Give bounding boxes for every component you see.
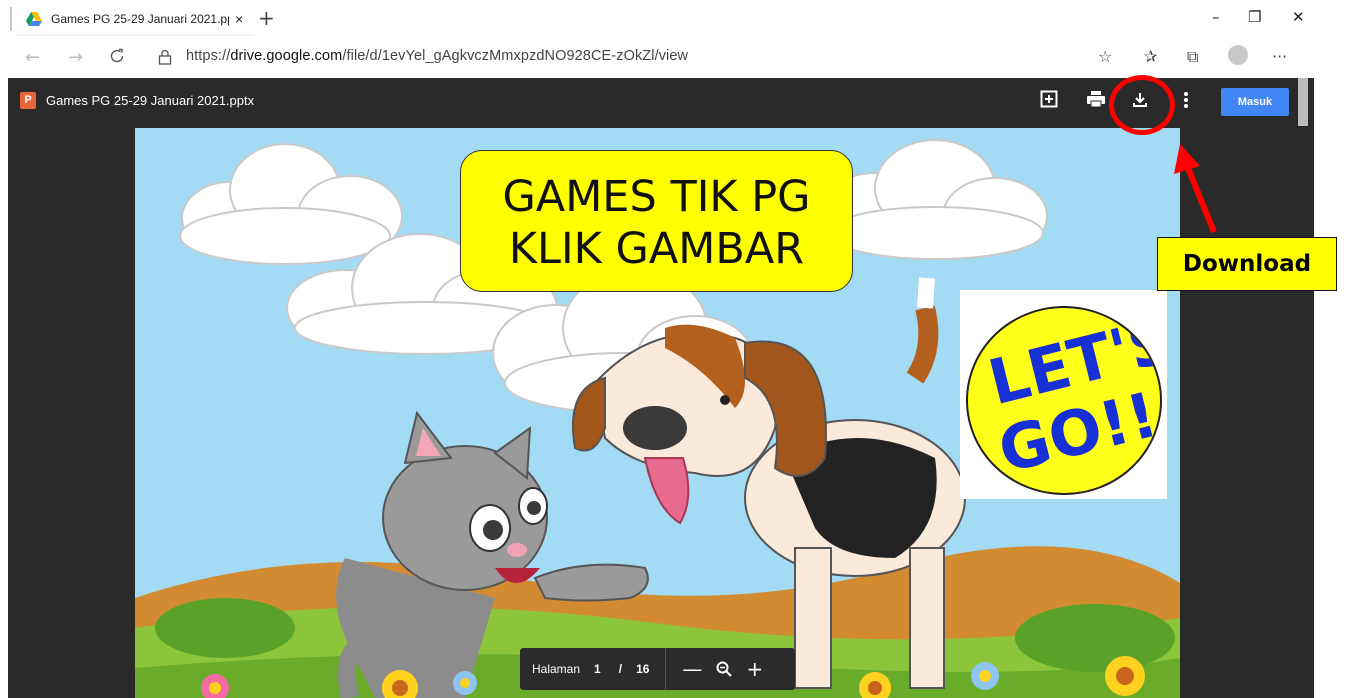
drive-icon — [26, 12, 42, 26]
sign-in-button[interactable]: Masuk — [1221, 88, 1289, 116]
url-path: /file/d/1evYel_gAgkvczMmxpzdNO928CE-zOkZ… — [342, 48, 689, 64]
close-window-button[interactable]: ✕ — [1292, 8, 1305, 26]
zoom-in-icon[interactable]: + — [746, 657, 763, 681]
page-separator: / — [618, 662, 623, 676]
file-name: Games PG 25-29 Januari 2021.pptx — [46, 93, 255, 108]
restore-button[interactable]: ❐ — [1248, 8, 1261, 26]
browser-tab[interactable]: Games PG 25-29 Januari 2021.pptx × — [16, 4, 254, 36]
url-prefix: https:// — [186, 48, 231, 64]
favorites-icon[interactable]: ✰ — [1144, 47, 1157, 66]
tab-title: Games PG 25-29 Januari 2021.pptx — [51, 12, 229, 26]
url-field[interactable]: https://drive.google.com/file/d/1evYel_g… — [186, 48, 688, 64]
page-label: Halaman — [532, 662, 581, 676]
add-to-drive-icon[interactable] — [1040, 90, 1058, 108]
zoom-out-icon[interactable]: — — [682, 657, 702, 681]
scrollbar-thumb[interactable] — [1298, 78, 1308, 126]
print-icon[interactable] — [1086, 90, 1106, 108]
profile-icon[interactable] — [1228, 45, 1248, 65]
download-highlight-circle — [1109, 75, 1175, 135]
pager-divider — [665, 648, 667, 690]
back-icon[interactable]: ← — [25, 47, 40, 68]
page-controls: Halaman 1 / 16 — + — [520, 648, 795, 690]
lets-go-sticker[interactable]: LET'S GO!! — [960, 290, 1167, 499]
zoom-icon[interactable] — [716, 661, 733, 677]
slide-title-line-1: GAMES TIK PG — [502, 172, 811, 222]
minimize-button[interactable]: – — [1212, 8, 1220, 26]
page-margin — [1314, 78, 1357, 698]
tab-divider — [10, 7, 12, 31]
forward-icon[interactable]: → — [68, 47, 83, 68]
slide-title-line-2: KLIK GAMBAR — [508, 224, 805, 274]
address-bar-row: ← → https://drive.google.com/file/d/1evY… — [0, 36, 1357, 78]
kebab-menu-icon[interactable] — [1184, 92, 1188, 108]
slide-canvas: GAMES TIK PG KLIK GAMBAR LET'S GO!! — [135, 128, 1180, 698]
favorite-star-icon[interactable]: ☆ — [1098, 47, 1112, 66]
refresh-icon[interactable] — [108, 47, 126, 65]
browser-tab-strip: Games PG 25-29 Januari 2021.pptx × + – ❐… — [0, 0, 1357, 36]
annotation-arrow — [1174, 144, 1217, 234]
download-annotation-label: Download — [1157, 237, 1337, 291]
total-pages: 16 — [636, 662, 650, 676]
url-domain: drive.google.com — [230, 48, 343, 64]
slide-title-box: GAMES TIK PG KLIK GAMBAR — [460, 150, 853, 292]
lets-go-circle: LET'S GO!! — [966, 306, 1162, 495]
tab-close-icon[interactable]: × — [235, 11, 243, 27]
more-icon[interactable]: ··· — [1272, 47, 1287, 66]
powerpoint-icon: P — [20, 92, 36, 109]
scrollbar-track[interactable] — [1298, 78, 1314, 698]
new-tab-button[interactable]: + — [258, 6, 275, 30]
lock-icon — [158, 49, 172, 65]
collections-icon[interactable]: ⧉ — [1187, 47, 1198, 67]
current-page-input[interactable]: 1 — [594, 662, 601, 676]
